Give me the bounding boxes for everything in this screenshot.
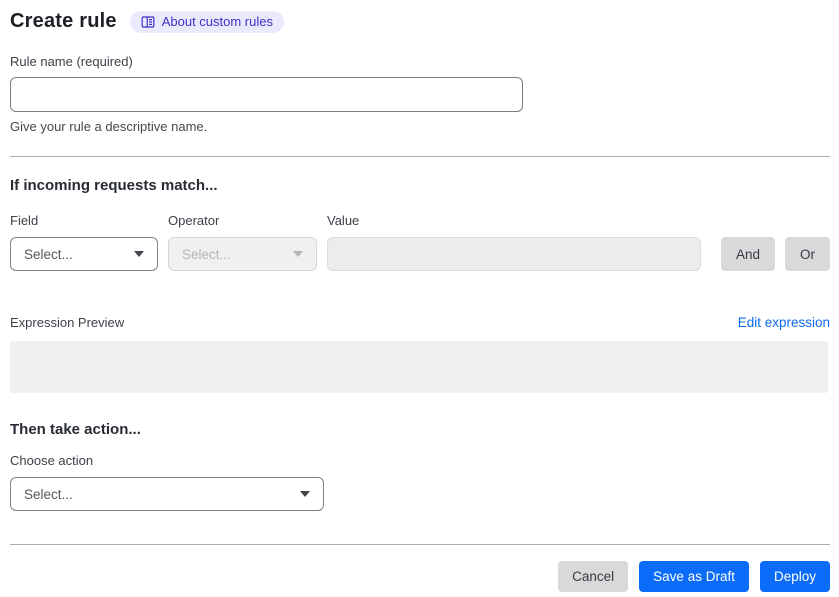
chevron-down-icon [134, 251, 144, 257]
edit-expression-link[interactable]: Edit expression [738, 315, 830, 330]
expression-header: Expression Preview Edit expression [10, 315, 830, 330]
operator-column: Operator Select... [168, 213, 317, 271]
about-custom-rules-label: About custom rules [161, 14, 273, 29]
operator-select-value: Select... [182, 246, 231, 262]
chevron-down-icon [293, 251, 303, 257]
operator-select[interactable]: Select... [168, 237, 317, 271]
rule-name-helper: Give your rule a descriptive name. [10, 119, 208, 134]
value-input[interactable] [327, 237, 701, 271]
value-column: Value [327, 213, 701, 271]
footer-actions: Cancel Save as Draft Deploy [10, 561, 830, 592]
field-select[interactable]: Select... [10, 237, 158, 271]
choose-action-select-value: Select... [24, 486, 73, 502]
create-rule-form: Create rule About custom rules Rule name… [0, 0, 839, 592]
action-section-heading: Then take action... [10, 421, 141, 438]
and-button[interactable]: And [720, 237, 775, 271]
chevron-down-icon [300, 491, 310, 497]
deploy-button[interactable]: Deploy [759, 561, 830, 592]
choose-action-label: Choose action [10, 453, 94, 468]
field-select-value: Select... [24, 246, 73, 262]
expression-preview-box [10, 341, 828, 393]
section-divider [10, 156, 830, 157]
expression-preview-label: Expression Preview [10, 315, 125, 330]
value-label: Value [327, 213, 360, 228]
or-button[interactable]: Or [785, 237, 830, 271]
operator-label: Operator [168, 213, 220, 228]
save-as-draft-button[interactable]: Save as Draft [639, 561, 749, 592]
about-custom-rules-link[interactable]: About custom rules [129, 10, 284, 33]
footer-divider [10, 544, 830, 545]
condition-row: Field Select... Operator Select... Value… [10, 213, 830, 271]
rule-name-input[interactable] [10, 77, 523, 112]
field-label: Field [10, 213, 39, 228]
field-column: Field Select... [10, 213, 158, 271]
page-title: Create rule [10, 10, 117, 32]
cancel-button[interactable]: Cancel [558, 561, 629, 592]
book-icon [141, 15, 155, 29]
choose-action-select[interactable]: Select... [10, 477, 324, 511]
header: Create rule About custom rules [10, 10, 830, 33]
match-section-heading: If incoming requests match... [10, 177, 218, 194]
rule-name-label: Rule name (required) [10, 54, 133, 69]
